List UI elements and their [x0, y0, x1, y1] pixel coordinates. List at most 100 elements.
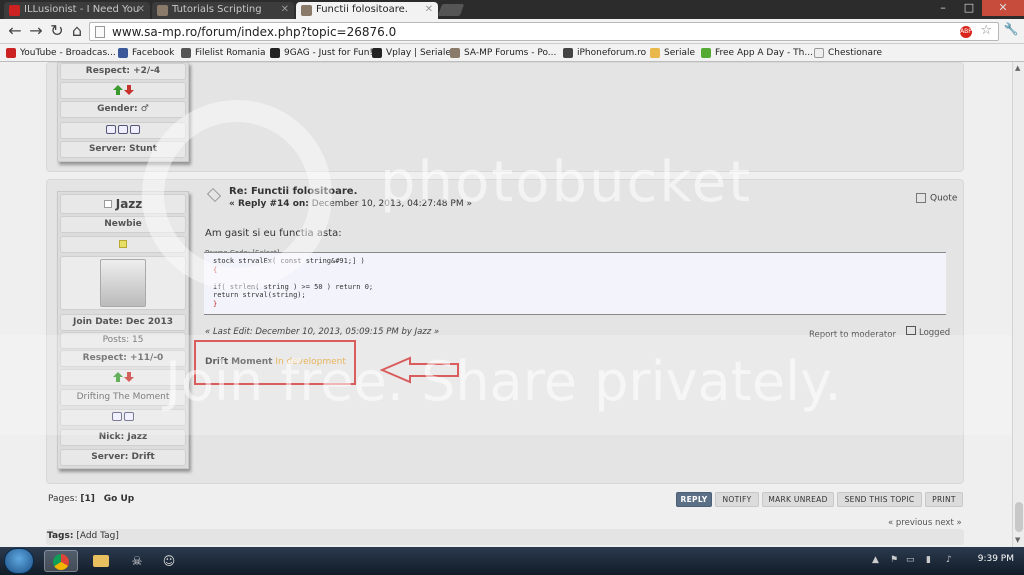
profile-gender: Gender: ♂	[60, 101, 186, 118]
facebook-icon	[118, 48, 128, 58]
topic-nav[interactable]: « previous next »	[888, 518, 962, 528]
send-topic-button[interactable]: SEND THIS TOPIC	[837, 492, 922, 507]
tab-title: Tutorials Scripting	[172, 4, 262, 15]
email-icon[interactable]	[118, 125, 128, 134]
start-button[interactable]	[4, 548, 34, 574]
scroll-down-icon[interactable]: ▼	[1015, 536, 1020, 544]
pm-icon[interactable]	[130, 125, 140, 134]
reply-button[interactable]: REPLY	[676, 492, 712, 507]
print-button[interactable]: PRINT	[925, 492, 963, 507]
signal-icon[interactable]: ▮	[926, 555, 931, 565]
pagination: Pages: [1] Go Up	[48, 494, 134, 504]
tab-title: Functii folositoare.	[316, 4, 408, 15]
bookmark-vplay[interactable]: Vplay | Seriale	[372, 45, 451, 61]
samp-icon	[450, 48, 460, 58]
post-count: Posts: 15	[60, 332, 186, 349]
add-tag-link[interactable]: [Add Tag]	[76, 531, 119, 541]
custom-title: Drifting The Moment	[60, 389, 186, 406]
rank-star	[60, 236, 186, 253]
last-edit: « Last Edit: December 10, 2013, 05:09:15…	[205, 327, 440, 337]
network-icon[interactable]: ▭	[906, 555, 915, 565]
maximize-button[interactable]: □	[956, 0, 982, 16]
tab-youtube[interactable]: ILLusionist - I Need You ✕	[4, 2, 150, 19]
close-icon[interactable]: ✕	[137, 2, 145, 18]
profile-icon[interactable]	[106, 125, 116, 134]
explorer-taskbar-icon[interactable]	[84, 550, 118, 572]
bookmark-chestionare[interactable]: Chestionare	[814, 45, 882, 61]
address-bar[interactable]: www.sa-mp.ro/forum/index.php?topic=26876…	[89, 22, 999, 41]
contact-icons	[60, 409, 186, 426]
close-icon[interactable]: ✕	[425, 2, 433, 18]
previous-profile-box: Respect: +2/-4 Gender: ♂ Server: Stunt	[57, 62, 189, 162]
close-icon[interactable]: ✕	[281, 2, 289, 18]
wrench-icon[interactable]: 🔧	[1002, 22, 1020, 40]
go-up-link[interactable]: Go Up	[104, 494, 134, 504]
chrome-icon	[53, 554, 69, 570]
bookmark-iphoneforum[interactable]: iPhoneforum.ro	[563, 45, 646, 61]
profile-icon[interactable]	[112, 412, 122, 421]
star-icon[interactable]: ☆	[980, 23, 992, 38]
bookmarks-bar: YouTube - Broadcas... Facebook Filelist …	[0, 44, 1024, 62]
contact-icons	[60, 122, 186, 139]
reload-icon[interactable]: ↻	[48, 22, 66, 40]
tab-title: ILLusionist - I Need You	[24, 4, 140, 15]
alien-taskbar-icon[interactable]: ☠	[120, 550, 154, 572]
post-title[interactable]: Re: Functii folositoare.	[229, 186, 357, 197]
new-tab-button[interactable]	[437, 4, 465, 16]
avatar[interactable]	[100, 259, 146, 307]
code-line-2: {	[213, 265, 218, 274]
current-page[interactable]: [1]	[80, 494, 95, 504]
minimize-button[interactable]: –	[930, 0, 956, 16]
mark-unread-button[interactable]: MARK UNREAD	[762, 492, 834, 507]
flag-icon[interactable]: ⚑	[890, 555, 898, 565]
scrollbar-thumb[interactable]	[1015, 502, 1023, 532]
thumbs-down-icon[interactable]	[124, 371, 134, 382]
back-arrow-icon[interactable]: ←	[6, 22, 24, 40]
annotation-arrow	[380, 356, 459, 384]
home-icon[interactable]: ⌂	[68, 22, 86, 40]
tags-bar	[46, 529, 964, 545]
thumbs-down-icon[interactable]	[124, 84, 134, 95]
site-favicon-icon	[301, 5, 312, 16]
pm-icon[interactable]	[124, 412, 134, 421]
avatar-cell	[60, 256, 186, 310]
thumbs-up-icon[interactable]	[113, 371, 123, 382]
author-profile-box: Jazz Newbie Join Date: Dec 2013 Posts: 1…	[57, 191, 189, 469]
code-line-4: if( strlen( string ) >= 50 ) return 0;	[213, 282, 374, 291]
thumbs-up-icon[interactable]	[113, 84, 123, 95]
browser-toolbar: ← → ↻ ⌂ www.sa-mp.ro/forum/index.php?top…	[0, 19, 1024, 44]
bookmark-facebook[interactable]: Facebook	[118, 45, 174, 61]
scroll-up-icon[interactable]: ▲	[1015, 64, 1020, 72]
join-date: Join Date: Dec 2013	[60, 314, 186, 331]
karma-arrows[interactable]	[60, 82, 186, 99]
notify-button[interactable]: NOTIFY	[715, 492, 759, 507]
close-window-button[interactable]: ✕	[982, 0, 1024, 16]
author-name[interactable]: Jazz	[60, 194, 186, 214]
code-line-6: }	[213, 299, 218, 308]
volume-icon[interactable]: ♪	[946, 555, 952, 565]
scrollbar[interactable]: ▲ ▼	[1012, 62, 1024, 547]
profile-respect: Respect: +2/-4	[60, 63, 186, 80]
bookmark-label: Chestionare	[828, 48, 883, 58]
app-taskbar-icon[interactable]: ☺	[152, 550, 186, 572]
bookmark-youtube[interactable]: YouTube - Broadcas...	[6, 45, 116, 61]
url-text[interactable]: www.sa-mp.ro/forum/index.php?topic=26876…	[112, 24, 396, 40]
adblock-icon[interactable]: ABP	[960, 26, 972, 38]
chrome-taskbar-icon[interactable]	[44, 550, 78, 572]
bookmark-freeapp[interactable]: Free App A Day - Th...	[701, 45, 813, 61]
tab-tutorials[interactable]: Tutorials Scripting ✕	[152, 2, 294, 19]
forward-arrow-icon[interactable]: →	[27, 22, 45, 40]
bookmark-seriale[interactable]: Seriale	[650, 45, 695, 61]
bookmark-label: SA-MP Forums - Po...	[464, 48, 557, 58]
report-link[interactable]: Report to moderator	[809, 330, 896, 340]
bookmark-samp[interactable]: SA-MP Forums - Po...	[450, 45, 556, 61]
bookmark-filelist[interactable]: Filelist Romania	[181, 45, 266, 61]
ip-logged-icon	[906, 326, 916, 335]
quote-button[interactable]: Quote	[916, 193, 957, 204]
tab-functii[interactable]: Functii folositoare. ✕	[296, 2, 438, 19]
show-hidden-icon[interactable]: ▲	[872, 555, 879, 565]
bookmark-9gag[interactable]: 9GAG - Just for Fun!	[270, 45, 373, 61]
clock[interactable]: 9:39 PM	[978, 554, 1014, 564]
karma-arrows[interactable]	[60, 369, 186, 386]
